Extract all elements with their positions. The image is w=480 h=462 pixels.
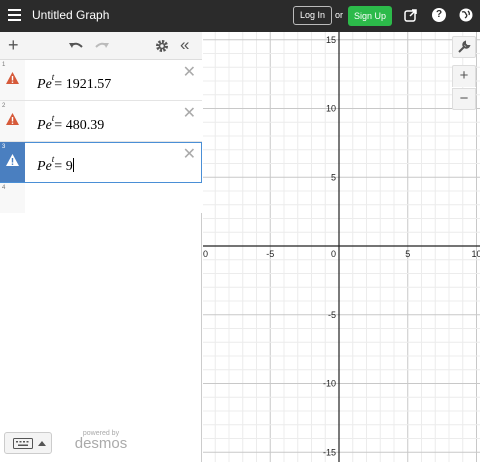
expression-number: 2 [2, 103, 6, 109]
caret-up-icon [38, 441, 46, 446]
expression-value: = 9 [54, 159, 73, 174]
help-icon[interactable]: ? [432, 8, 446, 22]
login-button[interactable]: Log In [293, 6, 333, 25]
x-tick-label: 10 [471, 249, 480, 259]
wrench-icon [458, 40, 471, 53]
y-tick-label: 5 [331, 172, 336, 182]
graph-canvas[interactable]: -10 -5 0 5 10 15 10 5 -5 -10 -15 [203, 32, 480, 462]
settings-gear-icon[interactable] [155, 39, 169, 53]
expression-list: 1 Pet= 1921.57 ✕ 2 Pet= 480.39 ✕ 3 Pet= … [0, 60, 202, 213]
var-p: P [37, 118, 46, 133]
warning-icon[interactable] [5, 112, 20, 126]
or-label: or [335, 10, 344, 20]
warning-icon[interactable] [5, 153, 20, 167]
expression-row-active[interactable]: 3 Pet= 9 ✕ [0, 142, 202, 183]
expression-math[interactable]: Pet= 1921.57 [37, 72, 111, 93]
expression-row[interactable]: 2 Pet= 480.39 ✕ [0, 101, 202, 142]
expression-number: 4 [2, 185, 6, 191]
expression-row[interactable]: 1 Pet= 1921.57 ✕ [0, 60, 202, 101]
top-bar: Untitled Graph Log In or Sign Up ? [0, 0, 480, 32]
expression-gutter: 2 [0, 101, 25, 141]
share-icon[interactable] [404, 8, 418, 22]
x-tick-label: -10 [203, 249, 208, 259]
graph-settings-button[interactable] [452, 36, 476, 58]
graph-paper[interactable]: -10 -5 0 5 10 15 10 5 -5 -10 -15 + − [203, 32, 480, 462]
expression-row-empty[interactable]: 4 [0, 183, 202, 213]
signup-button[interactable]: Sign Up [348, 6, 392, 26]
powered-by-desmos[interactable]: powered by desmos [74, 430, 128, 452]
menu-icon[interactable] [8, 9, 21, 22]
expression-number: 3 [2, 144, 6, 150]
zoom-out-button[interactable]: − [452, 88, 476, 110]
x-tick-label: 0 [331, 249, 336, 259]
expression-gutter: 3 [0, 142, 25, 182]
var-p: P [37, 77, 46, 92]
y-tick-label: -15 [323, 447, 336, 457]
expression-value: = 1921.57 [54, 77, 112, 92]
expression-value: = 480.39 [54, 118, 105, 133]
y-tick-label: -5 [328, 310, 336, 320]
expression-math-input[interactable]: Pet= 9 [37, 154, 74, 175]
redo-icon[interactable] [94, 40, 110, 52]
text-cursor [72, 158, 74, 172]
expression-panel: + « 1 Pet= 1921.57 ✕ 2 Pet= 480.39 ✕ 3 P… [0, 32, 202, 462]
expression-gutter: 1 [0, 60, 25, 100]
y-tick-label: -10 [323, 379, 336, 389]
keyboard-icon [13, 438, 33, 449]
y-tick-label: 15 [326, 35, 336, 45]
delete-expression-icon[interactable]: ✕ [183, 103, 196, 123]
expression-gutter: 4 [0, 183, 25, 213]
delete-expression-icon[interactable]: ✕ [183, 62, 196, 82]
warning-icon[interactable] [5, 71, 20, 85]
globe-icon[interactable] [459, 8, 473, 22]
add-expression-icon[interactable]: + [8, 35, 19, 56]
zoom-in-button[interactable]: + [452, 65, 476, 87]
keypad-toggle-button[interactable] [4, 432, 52, 454]
desmos-logo-text: desmos [74, 435, 128, 452]
delete-expression-icon[interactable]: ✕ [183, 144, 196, 164]
y-tick-label: 10 [326, 104, 336, 114]
expression-number: 1 [2, 62, 6, 68]
x-tick-label: 5 [405, 249, 410, 259]
expression-math[interactable]: Pet= 480.39 [37, 113, 104, 134]
var-p: P [37, 159, 46, 174]
collapse-panel-icon[interactable]: « [180, 35, 189, 55]
undo-icon[interactable] [68, 40, 84, 52]
x-tick-label: -5 [266, 249, 274, 259]
expression-toolbar: + « [0, 32, 202, 60]
graph-title[interactable]: Untitled Graph [32, 8, 109, 22]
